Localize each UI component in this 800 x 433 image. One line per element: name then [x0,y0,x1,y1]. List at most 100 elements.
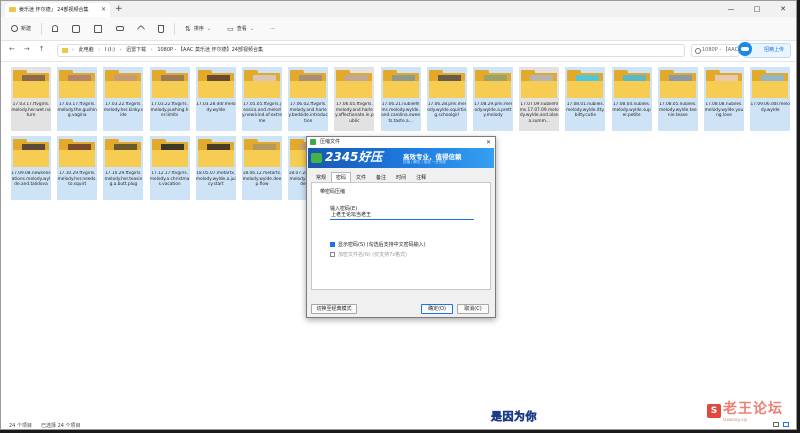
file-item[interactable]: 18.06.12.metarts.melody.wylde.deep.flow [242,136,282,200]
chevron-down-icon: ⌄ [249,25,254,32]
view-icon: ▭ [227,24,234,33]
dialog-title-bar: 压缩文件 ✕ [307,137,495,148]
folder-icon [62,48,68,53]
cancel-button[interactable]: 取消(C) [457,304,489,314]
back-arrow-icon[interactable]: ← [9,45,15,53]
encrypt-names-checkbox[interactable]: 加密文件名(N) (仅支持7z格式) [330,251,407,258]
upload-button[interactable]: 招精上传 [738,42,791,58]
checkbox-unchecked-icon [330,252,335,257]
file-item[interactable]: 17.06.02.ftvgirls.melody.and.harley.beds… [288,67,329,131]
more-options-button[interactable]: ··· [270,26,275,32]
folder-thumbnail-icon [105,139,142,167]
toolbar-divider [41,22,43,35]
file-name: 18.05.07.metartx.melody.wylde.a.juicy.st… [195,171,236,188]
minimize-button[interactable]: — [718,1,744,17]
file-item[interactable]: 17.09.08.newsensations.melody.wylde.and.… [11,136,51,200]
explorer-tab[interactable]: 姜乐迷 怀尔德」 24部视频合集 ✕ [5,3,110,17]
share-button[interactable] [136,24,146,33]
file-name: 17.09.06.ddr.melody.wylde [750,102,790,113]
file-name: 17.10.29.ftvgirls.melody.her.teasing.a.b… [104,171,143,188]
file-item[interactable]: 17.08.01.nubiles.melody.wylde.itty.bitty… [565,67,606,131]
file-item[interactable]: 17.08.08.nubiles.melody.wylde.young.love [704,67,744,131]
delete-button[interactable] [158,24,165,33]
scissors-icon [52,25,59,32]
tiles-view-icon[interactable] [783,422,789,427]
copy-button[interactable] [72,24,81,33]
folder-thumbnail-icon [567,70,604,98]
dialog-close-button[interactable]: ✕ [486,137,491,148]
banner-brand: 2345好压 [325,150,383,164]
breadcrumb-drive[interactable]: I (I:) [105,47,115,53]
file-item[interactable]: 17.12.17.ftvgirls.melody.a.christmas.vac… [149,136,190,200]
switch-classic-mode-button[interactable]: 切换至经典模式 [311,304,357,314]
folder-thumbnail-icon [105,70,142,98]
folder-thumbnail-icon [382,70,419,98]
forward-arrow-icon[interactable]: → [24,45,30,53]
password-input[interactable]: 上老王论坛当老王 [330,211,474,220]
folder-thumbnail-icon [521,70,558,98]
file-item[interactable]: 17.03.28.ddr.melody.wylde [195,67,236,131]
group-title: 带密码压缩 [320,189,346,195]
maximize-button[interactable]: □ [744,1,770,17]
view-button[interactable]: ▭ 查看 ⌄ [227,25,254,33]
up-arrow-icon[interactable]: ↑ [39,45,45,53]
breadcrumb-downloads[interactable]: 迅雷下载 [126,47,146,53]
close-tab-icon[interactable]: ✕ [101,3,106,17]
breadcrumb-current-folder[interactable]: 1080P - 【AAC 莫乐迷 怀尔德】24部视频合集 [157,47,263,53]
file-item[interactable]: 17.06.21.nubilefilms.melody.wylde.and.ca… [380,67,421,131]
folder-thumbnail-icon [428,70,465,98]
watermark-subtext: laowang.vip [723,417,748,422]
file-name: 17.08.29.pmi.melody.wylde.a.pretty.melod… [474,102,512,119]
watermark-logo-icon: S [707,404,721,418]
file-name: 17.09.08.newsensations.melody.wylde.and.… [11,171,51,188]
chevron-right-icon: › [72,47,74,53]
file-item[interactable]: 17.03.17.ftvgirls.melody.her.wet.nature [11,67,51,131]
cut-button[interactable] [52,25,59,32]
file-item[interactable]: 17.03.17.ftvgirls.melody.the.gushing.vag… [57,67,98,131]
file-item[interactable]: 17.03.22.ftvgirls.melody.her.kinky.side [103,67,144,131]
watermark-text: 老王论坛 [723,401,783,417]
checkbox-checked-icon [330,242,335,247]
file-item[interactable]: 17.07.09.nubilefilms.17.07.09.melody.wyl… [519,67,560,131]
explorer-window: 姜乐迷 怀尔德」 24部视频合集 ✕ + — □ ✕ 新建 ⇅ 排序 ⌄ ▭ 查… [0,0,797,430]
file-item[interactable]: 17.05.05.ftvgirls.jessica.and.melody.new… [242,67,282,131]
details-view-icon[interactable] [773,422,779,427]
address-bar[interactable]: › 此电脑 › I (I:) › 迅雷下载 › 1080P - 【AAC 莫乐迷… [57,44,685,57]
file-name: 17.08.08.nubiles.melody.wylde.young.love [704,102,744,119]
file-item[interactable]: 17.08.29.pmi.melody.wylde.a.pretty.melod… [473,67,513,131]
file-name: 17.06.21.nubilefilms.melody.wylde.and.ca… [381,102,421,124]
breadcrumb-this-pc[interactable]: 此电脑 [79,47,94,53]
new-button[interactable]: 新建 [11,25,31,32]
ok-button[interactable]: 确定(O) [421,304,453,314]
file-item[interactable]: 17.10.29.ftvgirls.melody.her.needs.to.sq… [57,136,98,200]
file-item[interactable]: 17.06.05.ftvgirls.melody.and.harley.affe… [334,67,375,131]
file-name: 17.03.22.ftvgirls.melody.pushing.her.lim… [150,102,189,119]
new-tab-button[interactable]: + [115,2,123,16]
chevron-right-icon: › [119,47,122,53]
search-box[interactable]: 1080P - 【AAC [691,44,739,57]
search-icon [695,48,701,54]
file-item[interactable]: 17.08.05.nubiles.melody.wylde.teenie.tea… [657,67,698,131]
paste-button[interactable] [94,24,103,33]
sort-button[interactable]: ⇅ 排序 ⌄ [185,25,211,33]
view-button-label: 查看 [236,26,247,32]
file-item[interactable]: 17.06.28.pmi.melody.wylde.squirting.scho… [426,67,467,131]
file-item[interactable]: 18.05.07.metartx.melody.wylde.a.juicy.st… [195,136,236,200]
file-name: 17.03.17.ftvgirls.melody.her.wet.nature [11,102,51,119]
file-item[interactable]: 17.09.06.ddr.melody.wylde [750,67,791,131]
file-item[interactable]: 17.10.29.ftvgirls.melody.her.teasing.a.b… [103,136,144,200]
nav-buttons: ← → ↑ [9,45,45,53]
file-item[interactable]: 17.08.04.nubiles.melody.wylde.super.peti… [611,67,652,131]
folder-thumbnail-icon [244,139,280,167]
folder-thumbnail-icon [59,70,96,98]
folder-thumbnail-icon [336,70,373,98]
file-name: 17.05.05.ftvgirls.jessica.and.melody.new… [242,102,282,124]
show-password-checkbox[interactable]: 显示密码(S) (勾选后支持中文密码输入) [330,241,426,248]
rename-button[interactable] [116,26,125,31]
file-item[interactable]: 17.03.22.ftvgirls.melody.pushing.her.lim… [149,67,190,131]
selected-count: 已选择 24 个项目 [41,423,81,429]
compress-dialog: 压缩文件 ✕ 2345好压 高效专业，值得信赖 压缩 / 解压 / 加密 一步完… [306,136,496,318]
close-window-button[interactable]: ✕ [770,1,796,17]
brand-banner: 2345好压 高效专业，值得信赖 压缩 / 解压 / 加密 一步完成 [308,148,494,168]
more-icon: ··· [269,25,275,32]
